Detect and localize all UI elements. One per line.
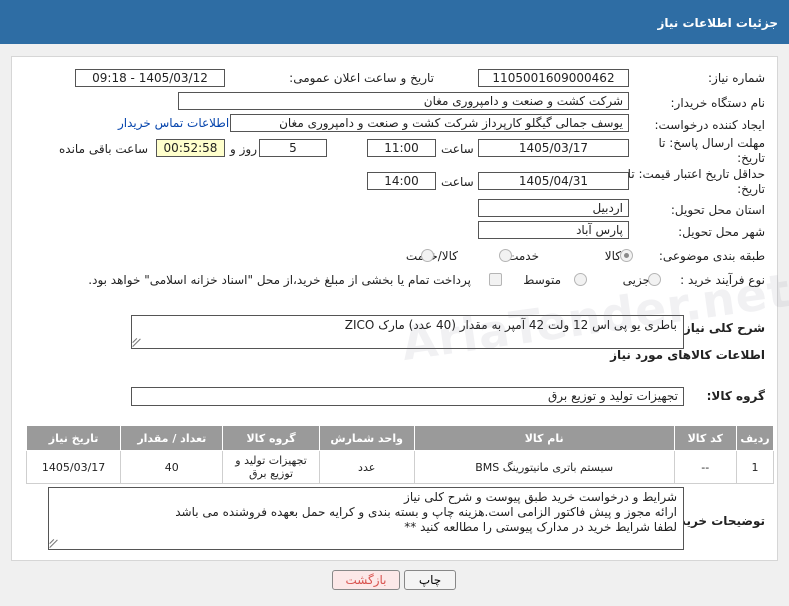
deadline-time-field: 11:00 [367, 139, 436, 157]
announce-datetime-label: تاریخ و ساعت اعلان عمومی: [289, 71, 434, 85]
col-name-header: نام کالا [413, 425, 675, 451]
buyer-contact-link[interactable]: اطلاعات تماس خریدار [118, 116, 229, 130]
col-date-header: تاریخ نیاز [25, 425, 122, 451]
summary-textarea[interactable]: باطری یو پی اس 12 ولت 42 آمپر به مقدار (… [131, 315, 684, 349]
cell-qty: 40 [120, 450, 224, 484]
summary-text: باطری یو پی اس 12 ولت 42 آمپر به مقدار (… [344, 318, 677, 332]
process-option-minor-label: جزیی [622, 273, 650, 287]
requester-field: یوسف جمالی گیگلو کارپرداز شرکت کشت و صنع… [230, 114, 629, 132]
days-label: روز و [230, 142, 257, 156]
time-remaining-field: 00:52:58 [156, 139, 225, 157]
page-header: جزئیات اطلاعات نیاز [0, 0, 789, 44]
days-remaining-field: 5 [259, 139, 327, 157]
buyer-notes-textarea[interactable]: شرایط و درخواست خرید طبق پیوست و شرح کلی… [48, 487, 684, 550]
requester-label: ایجاد کننده درخواست: [654, 118, 765, 132]
process-medium-radio[interactable] [574, 273, 587, 286]
resize-handle-icon[interactable] [50, 539, 59, 548]
goods-table: ردیف کد کالا نام کالا واحد شمارش گروه کا… [25, 425, 775, 484]
cell-group: تجهیزات تولید و توزیع برق [222, 450, 320, 484]
cell-date: 1405/03/17 [25, 450, 122, 484]
col-qty-header: تعداد / مقدار [120, 425, 224, 451]
category-both-radio[interactable] [421, 249, 434, 262]
process-minor-radio[interactable] [648, 273, 661, 286]
buyer-notes-line: ارائه مجوز و پیش فاکتور الزامی است.هزینه… [175, 505, 677, 519]
price-validity-date-field: 1405/04/31 [478, 172, 629, 190]
category-option-goods-label: کالا [604, 249, 621, 263]
summary-label: شرح کلی نیاز: [679, 321, 765, 335]
cell-row: 1 [735, 450, 775, 484]
col-row-header: ردیف [735, 425, 775, 451]
price-validity-label: حداقل تاریخ اعتبار قیمت: تا تاریخ: [627, 167, 765, 196]
price-validity-time-field: 14:00 [367, 172, 436, 190]
goods-group-field: تجهیزات تولید و توزیع برق [131, 387, 684, 406]
time-remaining-label: ساعت باقی مانده [59, 142, 149, 156]
province-field: اردبیل [478, 199, 629, 217]
table-row: 1 -- سیستم باتری مانیتورینگ BMS عدد تجهی… [25, 450, 775, 484]
buyer-org-label: نام دستگاه خریدار: [670, 96, 766, 110]
back-button[interactable]: بازگشت [332, 570, 400, 590]
table-header-row: ردیف کد کالا نام کالا واحد شمارش گروه کا… [25, 425, 775, 451]
buyer-notes-line: شرایط و درخواست خرید طبق پیوست و شرح کلی… [404, 490, 677, 504]
cell-code: -- [673, 450, 737, 484]
goods-section-title: اطلاعات کالاهای مورد نیاز [610, 348, 765, 362]
print-button[interactable]: چاپ [404, 570, 456, 590]
deadline-time-label: ساعت [441, 142, 474, 156]
category-service-radio[interactable] [499, 249, 512, 262]
cell-unit: عدد [318, 450, 415, 484]
buyer-notes-line: لطفا شرایط خرید در مدارک پیوستی را مطالع… [404, 520, 677, 534]
treasury-payment-note: پرداخت تمام یا بخشی از مبلغ خرید،از محل … [88, 273, 471, 287]
process-option-medium-label: متوسط [523, 273, 561, 287]
price-validity-time-label: ساعت [441, 175, 474, 189]
buyer-org-field: شرکت کشت و صنعت و دامپروری مغان [178, 92, 629, 110]
need-number-label: شماره نیاز: [708, 71, 765, 85]
category-label: طبقه بندی موضوعی: [658, 249, 765, 263]
col-code-header: کد کالا [673, 425, 737, 451]
treasury-payment-checkbox[interactable] [489, 273, 502, 286]
announce-datetime-field: 1405/03/12 - 09:18 [75, 69, 225, 87]
province-label: استان محل تحویل: [670, 203, 765, 217]
goods-group-label: گروه کالا: [706, 389, 765, 403]
resize-handle-icon[interactable] [133, 338, 142, 347]
page-title: جزئیات اطلاعات نیاز [657, 16, 778, 30]
deadline-label: مهلت ارسال پاسخ: تا تاریخ: [658, 136, 765, 165]
col-group-header: گروه کالا [222, 425, 320, 451]
city-label: شهر محل تحویل: [678, 225, 765, 239]
city-field: پارس آباد [478, 221, 629, 239]
col-unit-header: واحد شمارش [318, 425, 415, 451]
need-number-field: 1105001609000462 [478, 69, 629, 87]
purchase-process-label: نوع فرآیند خرید : [680, 273, 765, 287]
details-panel: شماره نیاز: 1105001609000462 تاریخ و ساع… [11, 56, 778, 561]
category-goods-radio[interactable] [620, 249, 633, 262]
deadline-date-field: 1405/03/17 [478, 139, 629, 157]
cell-name: سیستم باتری مانیتورینگ BMS [413, 450, 675, 484]
